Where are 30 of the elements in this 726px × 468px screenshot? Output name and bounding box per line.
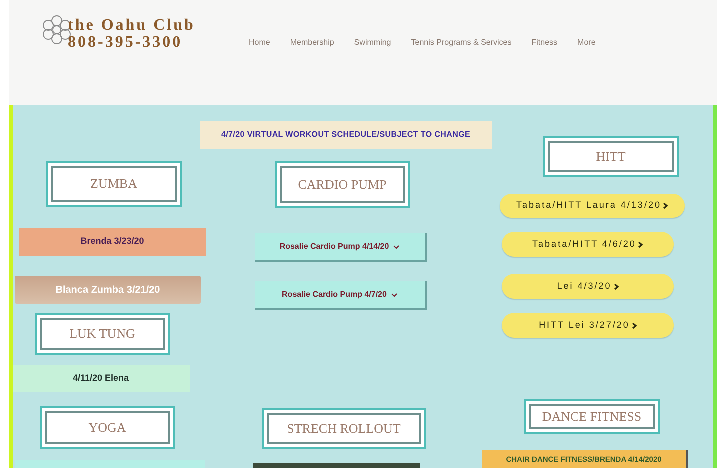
class-title: CARDIO PUMP [298, 176, 387, 194]
session-button[interactable]: HITT Lei 3/27/20 [502, 313, 674, 338]
nav-link[interactable]: More [578, 37, 596, 49]
nav-link[interactable]: Fitness [532, 37, 558, 49]
class-title: ZUMBA [90, 175, 138, 194]
session-button[interactable]: Tabata/HITT 4/6/20 [502, 232, 674, 257]
chevron-down-icon [393, 244, 400, 250]
session-button[interactable]: Lei 4/3/20 [502, 274, 674, 299]
class-title: LUK TUNG [70, 325, 136, 344]
session-dropdown[interactable]: Rosalie Cardio Pump 4/14/20 [255, 233, 427, 262]
class-title: STRECH ROLLOUT [287, 420, 401, 438]
session-button[interactable]: Tabata/HITT Laura 4/13/20 [500, 194, 685, 218]
chevron-down-icon [390, 292, 398, 298]
session-button[interactable]: Brenda 3/23/20 [19, 228, 206, 256]
chevron-right-icon [614, 284, 619, 290]
session-dropdown[interactable]: Rosalie Cardio Pump 4/7/20 [255, 281, 427, 310]
phone-number: 808-395-3300 [68, 34, 184, 51]
nav-link[interactable]: Tennis Programs & Services [411, 37, 512, 49]
class-title: YOGA [88, 418, 126, 437]
nav-link[interactable]: Swimming [354, 37, 392, 49]
nav-link[interactable]: Membership [290, 37, 334, 49]
class-title: HITT [596, 148, 626, 166]
chevron-right-icon [663, 203, 668, 209]
session-button[interactable]: 4/11/20 Elena [13, 365, 190, 392]
chevron-right-icon [632, 322, 637, 328]
schedule-banner: 4/7/20 VIRTUAL WORKOUT SCHEDULE/SUBJECT TO CHANGE [200, 121, 492, 149]
club-name[interactable]: the Oahu Club [68, 17, 196, 34]
nav-link[interactable]: Home [249, 37, 270, 49]
chevron-right-icon [638, 242, 644, 248]
class-title: DANCE FITNESS [542, 408, 642, 426]
